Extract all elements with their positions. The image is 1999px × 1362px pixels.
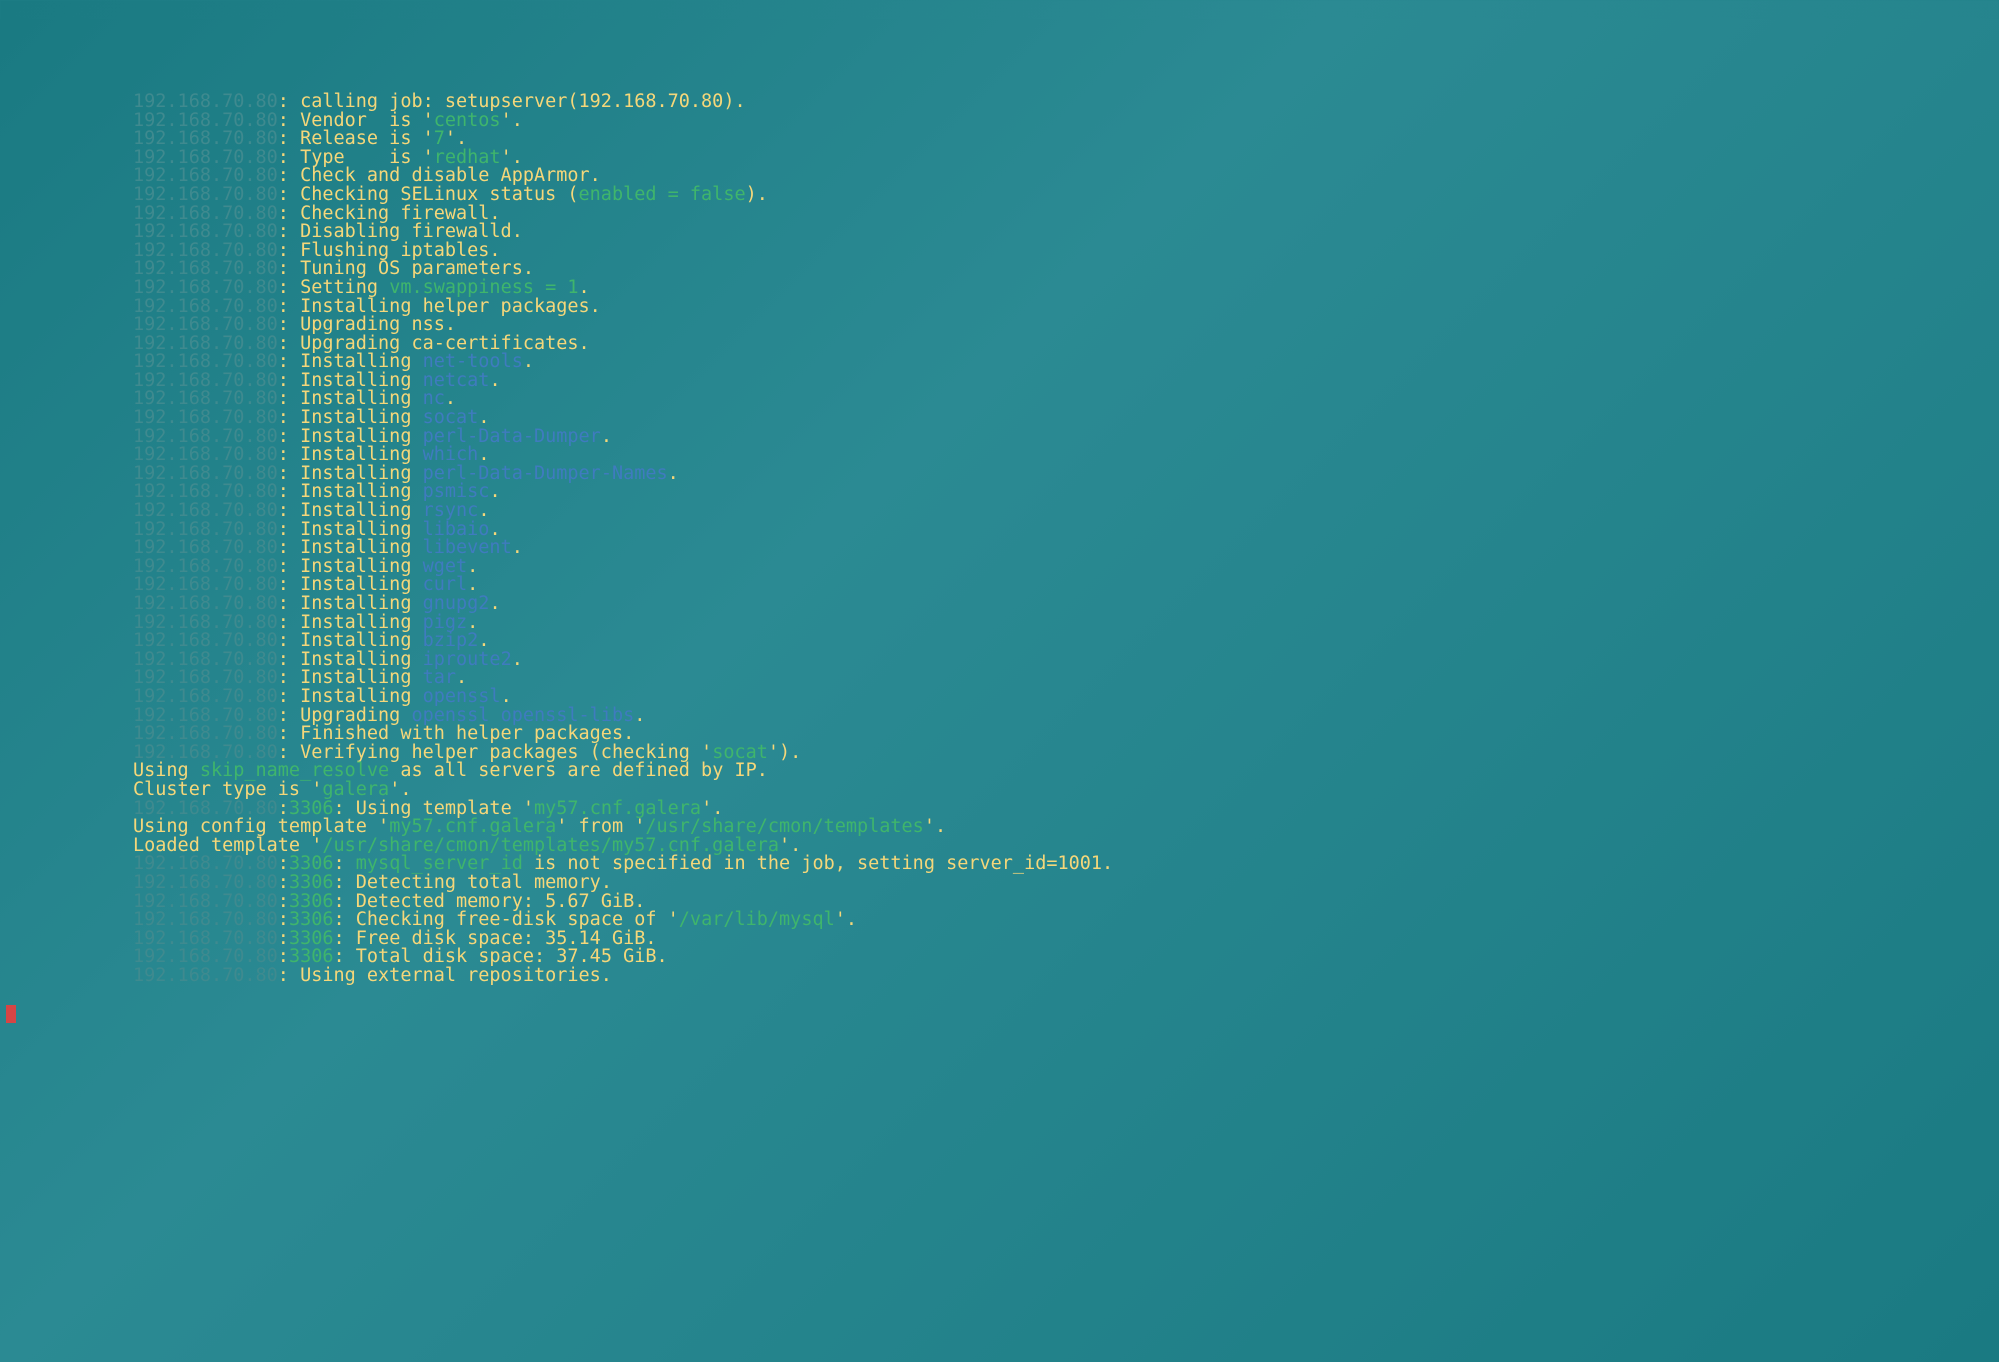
log-line: 192.168.70.80: Using external repositori… <box>133 967 1999 986</box>
cursor <box>6 1005 16 1023</box>
terminal-output: 192.168.70.80: calling job: setupserver(… <box>0 93 1999 986</box>
prompt-row[interactable] <box>0 1004 1999 1023</box>
log-line: Using skip_name_resolve as all servers a… <box>133 762 1999 781</box>
